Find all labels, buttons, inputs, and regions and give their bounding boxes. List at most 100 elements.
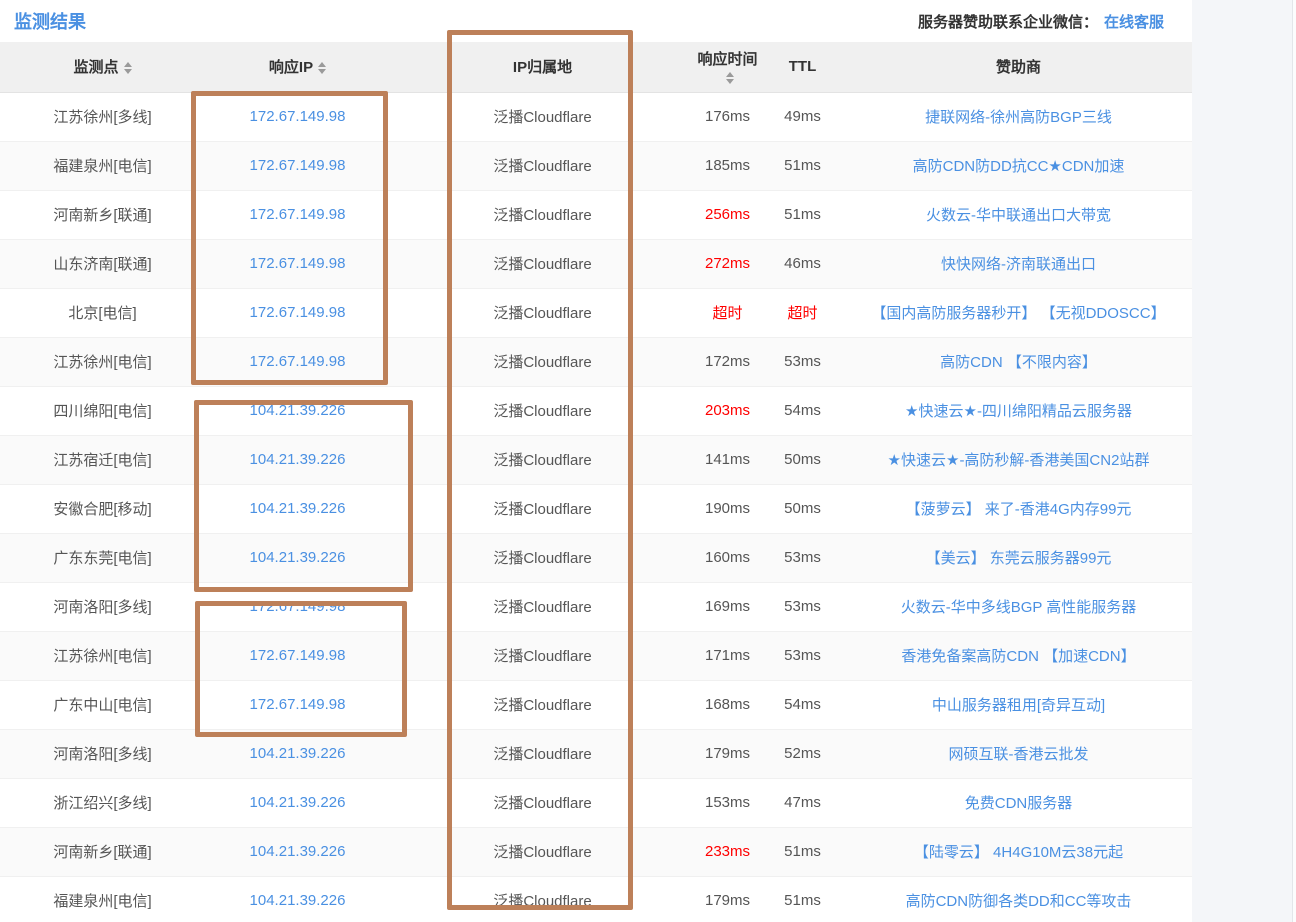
sponsor-link[interactable]: 【国内高防服务器秒开】 【无视DDOSCC】 <box>871 305 1165 322</box>
response-ip-cell: 172.67.149.98 <box>205 680 390 729</box>
sponsor-link[interactable]: 【陆零云】 4H4G10M云38元起 <box>914 844 1123 861</box>
ttl-cell: 54ms <box>760 680 845 729</box>
sponsor-cell: 【美云】 东莞云服务器99元 <box>845 533 1192 582</box>
response-ip-link[interactable]: 172.67.149.98 <box>250 157 346 174</box>
sponsor-link[interactable]: 高防CDN防DD抗CC★CDN加速 <box>913 158 1125 175</box>
table-row: 福建泉州[电信]172.67.149.98泛播Cloudflare185ms51… <box>0 141 1192 190</box>
response-ip-link[interactable]: 104.21.39.226 <box>250 843 346 860</box>
response-ip-link[interactable]: 172.67.149.98 <box>250 108 346 125</box>
response-ip-link[interactable]: 104.21.39.226 <box>250 745 346 762</box>
sponsor-link[interactable]: 免费CDN服务器 <box>965 795 1073 812</box>
sponsor-link[interactable]: 捷联网络-徐州高防BGP三线 <box>925 109 1112 126</box>
table-row: 江苏宿迁[电信]104.21.39.226泛播Cloudflare141ms50… <box>0 435 1192 484</box>
response-ip-link[interactable]: 172.67.149.98 <box>250 255 346 272</box>
ttl-cell: 52ms <box>760 729 845 778</box>
sponsor-cell: 火数云-华中联通出口大带宽 <box>845 190 1192 239</box>
column-header-3: IP归属地 <box>390 42 695 92</box>
sponsor-link[interactable]: ★快速云★-高防秒解-香港美国CN2站群 <box>888 452 1150 469</box>
sponsor-link[interactable]: 高防CDN防御各类DD和CC等攻击 <box>906 893 1132 910</box>
response-ip-link[interactable]: 104.21.39.226 <box>250 402 346 419</box>
ttl-cell: 54ms <box>760 386 845 435</box>
ip-location-cell: 泛播Cloudflare <box>390 876 695 922</box>
response-ip-link[interactable]: 172.67.149.98 <box>250 206 346 223</box>
column-header-label: IP归属地 <box>513 59 572 76</box>
sponsor-cell: 高防CDN防御各类DD和CC等攻击 <box>845 876 1192 922</box>
topbar: 监测结果 服务器赞助联系企业微信：在线客服 <box>0 0 1192 42</box>
response-time-cell: 160ms <box>695 533 760 582</box>
column-header-4[interactable]: 响应时间 <box>695 42 760 92</box>
sponsor-cell: 免费CDN服务器 <box>845 778 1192 827</box>
response-ip-link[interactable]: 172.67.149.98 <box>250 353 346 370</box>
page-background-gutter <box>1192 0 1296 922</box>
scrollbar-track[interactable] <box>1292 0 1296 922</box>
monitor-point-cell: 四川绵阳[电信] <box>0 386 205 435</box>
sponsor-link[interactable]: 高防CDN 【不限内容】 <box>940 354 1097 371</box>
response-ip-link[interactable]: 104.21.39.226 <box>250 892 346 909</box>
online-service-link[interactable]: 在线客服 <box>1104 14 1164 31</box>
response-ip-cell: 172.67.149.98 <box>205 582 390 631</box>
ttl-cell: 49ms <box>760 92 845 141</box>
sponsor-link[interactable]: 网硕互联-香港云批发 <box>949 746 1089 763</box>
response-ip-link[interactable]: 104.21.39.226 <box>250 549 346 566</box>
monitoring-table: 监测点响应IPIP归属地响应时间TTL赞助商 江苏徐州[多线]172.67.14… <box>0 42 1192 922</box>
sponsor-link[interactable]: 【美云】 东莞云服务器99元 <box>926 550 1112 567</box>
response-ip-cell: 104.21.39.226 <box>205 484 390 533</box>
sponsor-cell: ★快速云★-四川绵阳精品云服务器 <box>845 386 1192 435</box>
table-row: 福建泉州[电信]104.21.39.226泛播Cloudflare179ms51… <box>0 876 1192 922</box>
sponsor-link[interactable]: 火数云-华中联通出口大带宽 <box>926 207 1111 224</box>
response-ip-link[interactable]: 172.67.149.98 <box>250 647 346 664</box>
table-row: 河南洛阳[多线]172.67.149.98泛播Cloudflare169ms53… <box>0 582 1192 631</box>
response-ip-link[interactable]: 172.67.149.98 <box>250 696 346 713</box>
response-time-cell: 171ms <box>695 631 760 680</box>
response-ip-link[interactable]: 104.21.39.226 <box>250 500 346 517</box>
sponsor-cell: 【陆零云】 4H4G10M云38元起 <box>845 827 1192 876</box>
sponsor-cell: 【菠萝云】 来了-香港4G内存99元 <box>845 484 1192 533</box>
sponsor-link[interactable]: 火数云-华中多线BGP 高性能服务器 <box>901 599 1137 616</box>
sort-icon[interactable] <box>318 62 326 74</box>
sort-icon[interactable] <box>726 72 734 84</box>
response-ip-link[interactable]: 172.67.149.98 <box>250 598 346 615</box>
sponsor-cell: ★快速云★-高防秒解-香港美国CN2站群 <box>845 435 1192 484</box>
ip-location-cell: 泛播Cloudflare <box>390 92 695 141</box>
monitor-point-cell: 河南新乡[联通] <box>0 190 205 239</box>
sponsor-link[interactable]: ★快速云★-四川绵阳精品云服务器 <box>905 403 1132 420</box>
response-ip-cell: 172.67.149.98 <box>205 190 390 239</box>
sponsor-link[interactable]: 【菠萝云】 来了-香港4G内存99元 <box>906 501 1132 518</box>
column-header-label: 监测点 <box>73 59 118 76</box>
table-row: 河南新乡[联通]104.21.39.226泛播Cloudflare233ms51… <box>0 827 1192 876</box>
sponsor-link[interactable]: 香港免备案高防CDN 【加速CDN】 <box>901 648 1135 665</box>
response-time-cell: 超时 <box>695 288 760 337</box>
table-row: 江苏徐州[电信]172.67.149.98泛播Cloudflare171ms53… <box>0 631 1192 680</box>
response-time-cell: 141ms <box>695 435 760 484</box>
response-ip-cell: 104.21.39.226 <box>205 435 390 484</box>
response-ip-cell: 172.67.149.98 <box>205 337 390 386</box>
response-ip-cell: 104.21.39.226 <box>205 729 390 778</box>
page-title: 监测结果 <box>14 8 86 34</box>
response-ip-link[interactable]: 172.67.149.98 <box>250 304 346 321</box>
response-ip-cell: 104.21.39.226 <box>205 778 390 827</box>
monitor-point-cell: 河南洛阳[多线] <box>0 729 205 778</box>
response-time-cell: 185ms <box>695 141 760 190</box>
response-ip-link[interactable]: 104.21.39.226 <box>250 451 346 468</box>
column-header-6: 赞助商 <box>845 42 1192 92</box>
response-time-cell: 176ms <box>695 92 760 141</box>
table-row: 浙江绍兴[多线]104.21.39.226泛播Cloudflare153ms47… <box>0 778 1192 827</box>
response-ip-cell: 172.67.149.98 <box>205 141 390 190</box>
response-ip-cell: 104.21.39.226 <box>205 533 390 582</box>
column-header-1[interactable]: 监测点 <box>0 42 205 92</box>
ip-location-cell: 泛播Cloudflare <box>390 827 695 876</box>
sort-icon[interactable] <box>124 62 132 74</box>
column-header-2[interactable]: 响应IP <box>205 42 390 92</box>
ip-location-cell: 泛播Cloudflare <box>390 484 695 533</box>
ip-location-cell: 泛播Cloudflare <box>390 190 695 239</box>
sponsor-link[interactable]: 快快网络-济南联通出口 <box>941 256 1096 273</box>
monitor-point-cell: 北京[电信] <box>0 288 205 337</box>
sponsor-link[interactable]: 中山服务器租用[奇异互动] <box>932 697 1105 714</box>
column-header-label: 赞助商 <box>996 59 1041 76</box>
monitor-point-cell: 江苏徐州[多线] <box>0 92 205 141</box>
sponsor-cell: 高防CDN防DD抗CC★CDN加速 <box>845 141 1192 190</box>
response-ip-cell: 172.67.149.98 <box>205 631 390 680</box>
column-header-label: 响应时间 <box>697 51 757 68</box>
response-ip-link[interactable]: 104.21.39.226 <box>250 794 346 811</box>
ttl-cell: 53ms <box>760 337 845 386</box>
